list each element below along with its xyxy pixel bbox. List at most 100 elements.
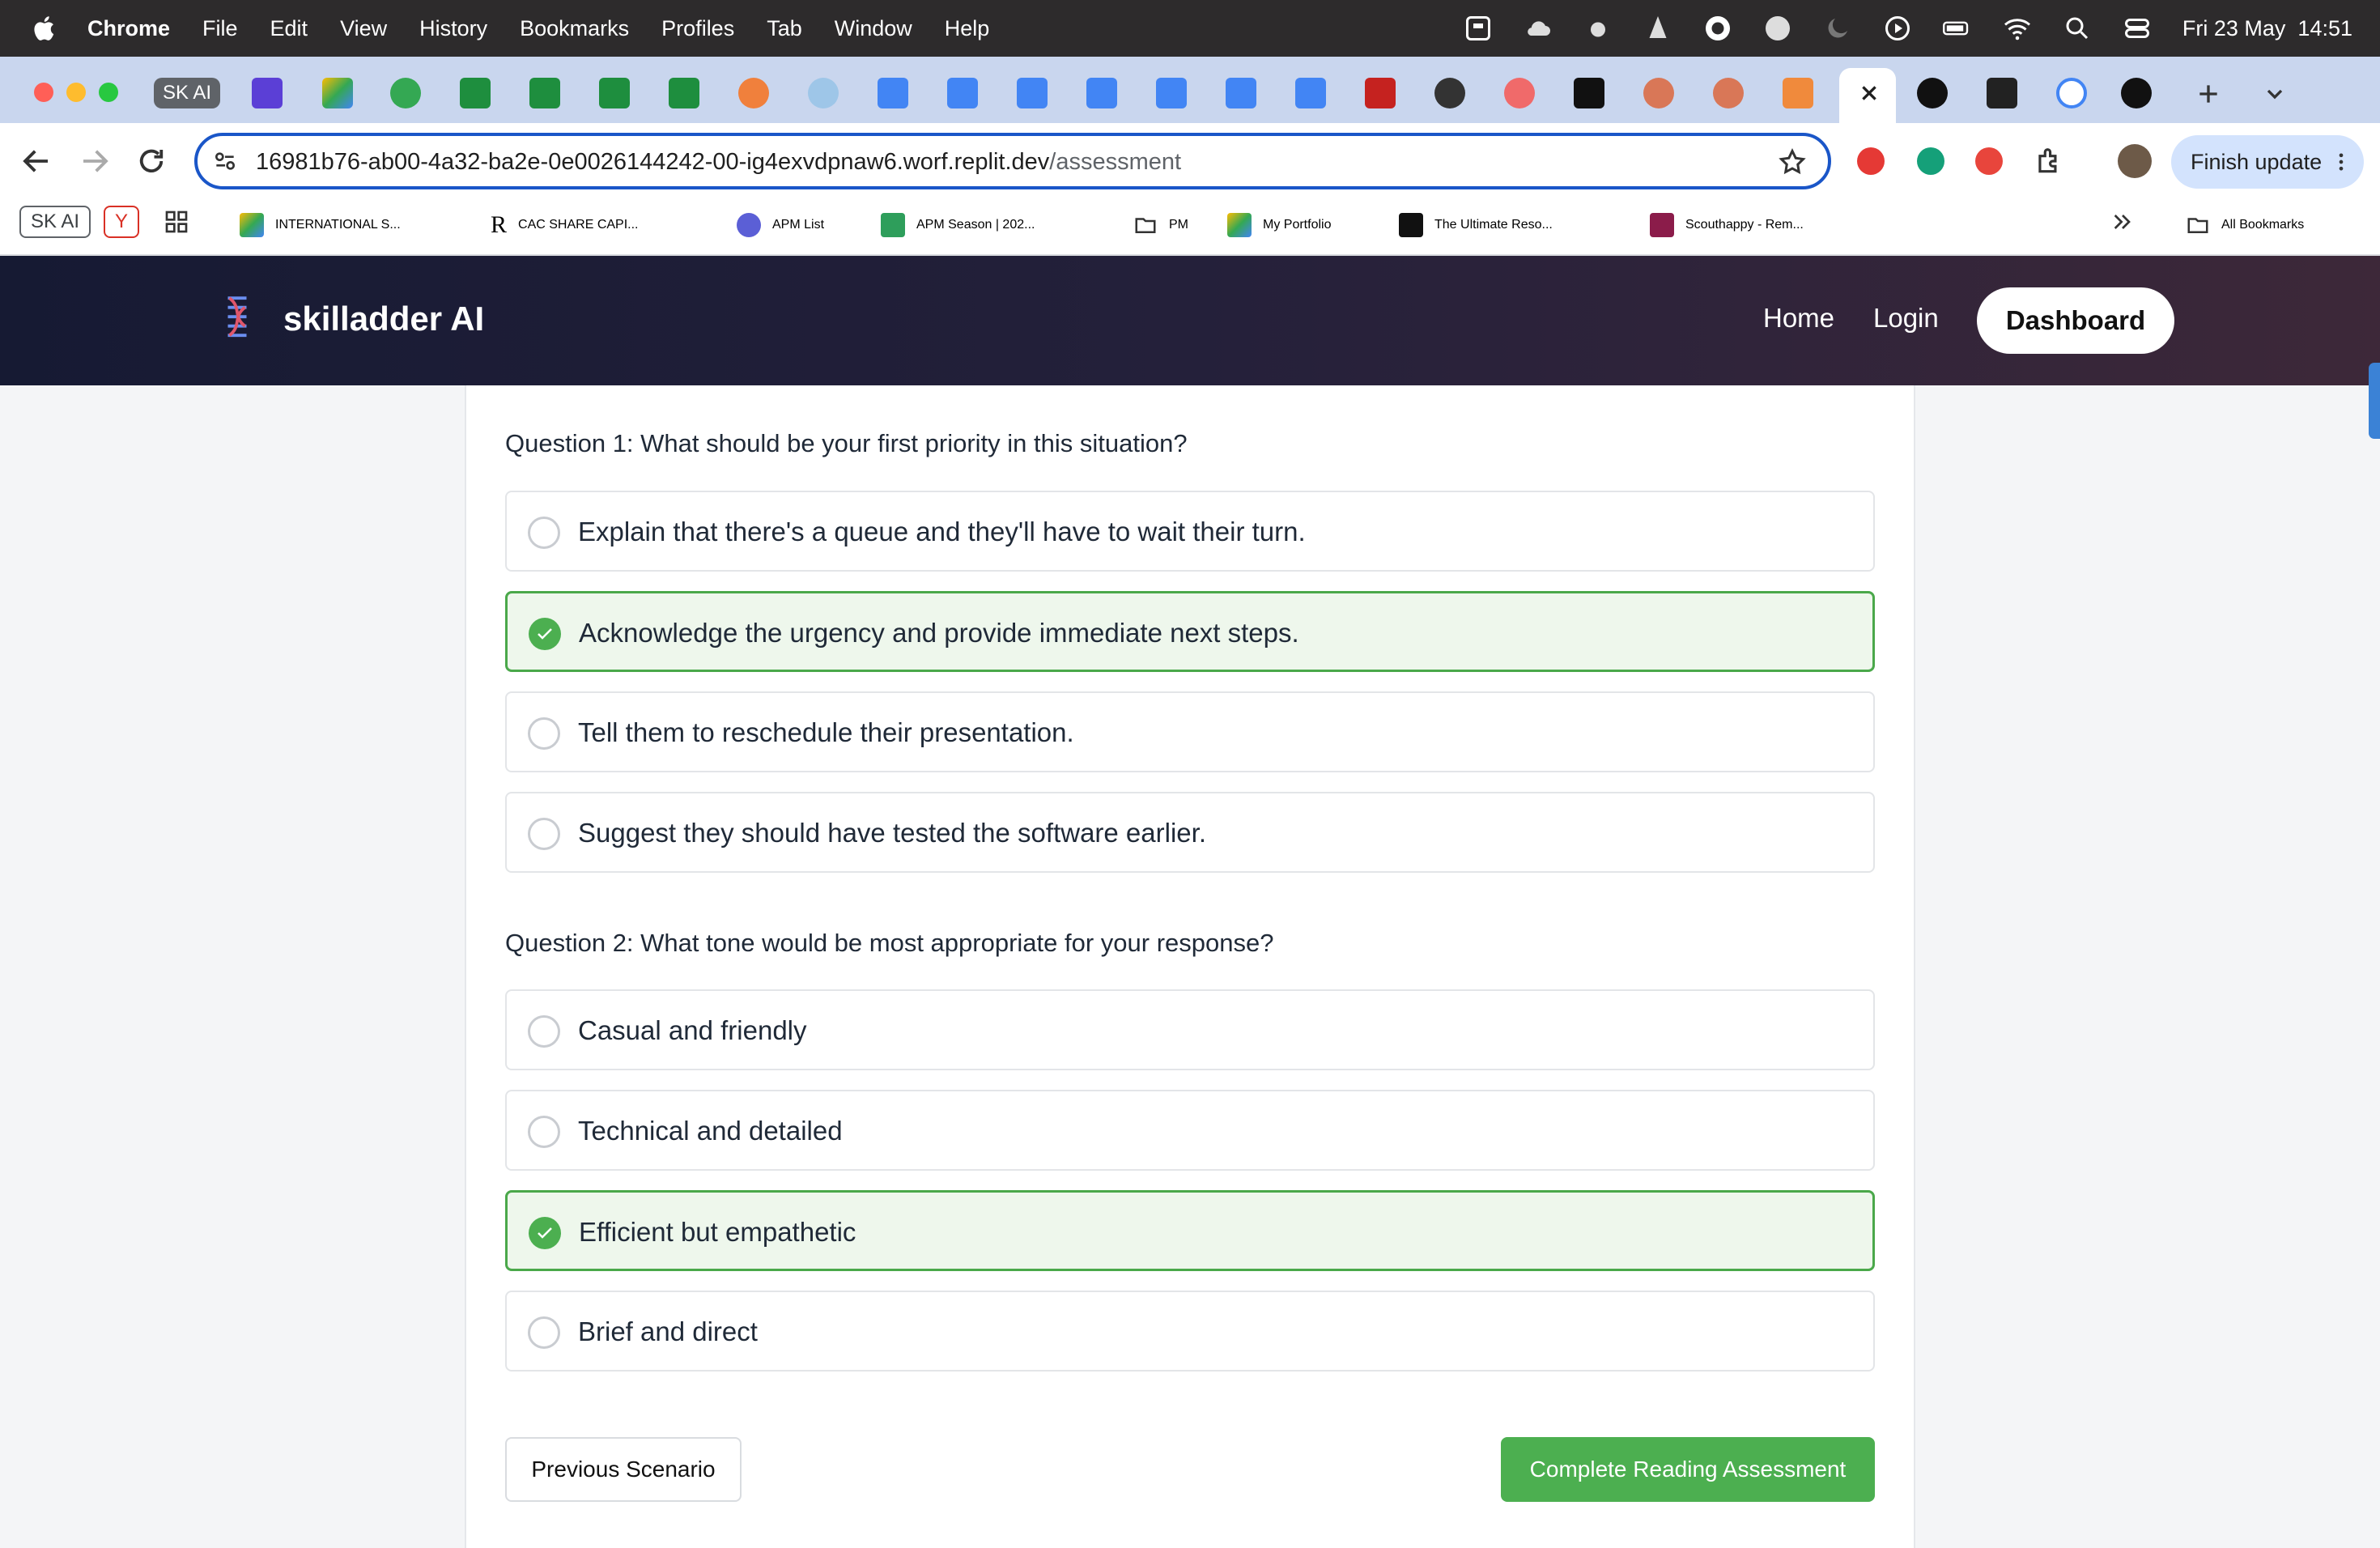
q2-option-1[interactable]: Casual and friendly [505,989,1875,1070]
menu-bookmarks[interactable]: Bookmarks [520,16,629,41]
more-vertical-icon[interactable] [2330,151,2352,173]
bookmarks-overflow-chevron-icon[interactable] [2110,209,2136,235]
extension-adblock-icon[interactable] [1975,147,2003,175]
notification-badge-icon[interactable] [1763,14,1792,43]
bookmark-cac-share[interactable]: R CAC SHARE CAPI... [491,209,639,241]
menu-history[interactable]: History [419,16,487,41]
radio-unchecked-icon[interactable] [528,717,560,750]
window-close-button[interactable] [34,83,53,102]
moon-icon[interactable] [1823,14,1852,43]
apps-grid-icon[interactable] [164,209,189,235]
tab-favicon-orange-grid-icon[interactable] [1783,78,1813,108]
wifi-icon[interactable] [2003,14,2032,43]
q1-option-4[interactable]: Suggest they should have tested the soft… [505,792,1875,873]
bookmark-sk-ai[interactable]: SK AI [19,206,91,238]
bug-icon[interactable] [1583,14,1613,43]
tab-favicon-drive-icon[interactable] [322,78,353,108]
window-minimize-button[interactable] [66,83,86,102]
menubar-clock[interactable]: Fri 23 May 14:51 [2182,16,2352,41]
tab-favicon-docs-icon[interactable] [1156,78,1187,108]
tab-favicon-docs-icon[interactable] [1017,78,1048,108]
menu-window[interactable]: Window [835,16,912,41]
radio-checked-icon[interactable] [529,1217,561,1249]
bookmark-pm[interactable]: PM [1133,209,1188,241]
radio-unchecked-icon[interactable] [528,1015,560,1048]
spotlight-search-icon[interactable] [2063,14,2092,43]
menu-view[interactable]: View [340,16,387,41]
tab-favicon-sheets-icon[interactable] [669,78,699,108]
tab-close-icon[interactable] [1859,83,1880,104]
bookmark-apm-list[interactable]: APM List [737,209,824,241]
bookmark-international[interactable]: INTERNATIONAL S... [240,209,401,241]
tab-favicon-docs-icon[interactable] [1086,78,1117,108]
address-bar[interactable]: 16981b76-ab00-4a32-ba2e-0e0026144242-00-… [194,133,1831,189]
tab-favicon-dark-circle-icon[interactable] [1434,78,1465,108]
all-bookmarks[interactable]: All Bookmarks [2186,209,2304,241]
q1-option-2[interactable]: Acknowledge the urgency and provide imme… [505,591,1875,672]
nav-home-link[interactable]: Home [1763,303,1834,334]
dashboard-button[interactable]: Dashboard [1977,287,2174,354]
menu-app-name[interactable]: Chrome [87,16,170,41]
window-zoom-button[interactable] [99,83,118,102]
tab-favicon-asana-icon[interactable] [1504,78,1535,108]
menu-profiles[interactable]: Profiles [661,16,734,41]
radio-unchecked-icon[interactable] [528,1116,560,1148]
radio-unchecked-icon[interactable] [528,818,560,850]
tab-favicon-notion-icon[interactable] [1574,78,1604,108]
tab-favicon-google-icon[interactable] [2056,78,2087,108]
cloud-icon[interactable] [1524,14,1553,43]
radio-checked-icon[interactable] [529,618,561,650]
q2-option-2[interactable]: Technical and detailed [505,1090,1875,1171]
grammarly-icon[interactable] [1703,14,1732,43]
menu-edit[interactable]: Edit [270,16,308,41]
tab-favicon-claude-icon[interactable] [1643,78,1674,108]
q2-option-3[interactable]: Efficient but empathetic [505,1190,1875,1271]
extension-grammarly-icon[interactable] [1917,147,1944,175]
tab-favicon-globe-icon[interactable] [390,78,421,108]
q1-option-1[interactable]: Explain that there's a queue and they'll… [505,491,1875,572]
tab-favicon-sheets-icon[interactable] [599,78,630,108]
tab-favicon-docs-icon[interactable] [1226,78,1256,108]
tab-sk-ai[interactable]: SK AI [154,78,220,108]
back-arrow-icon[interactable] [19,144,53,178]
nav-login-link[interactable]: Login [1873,303,1939,334]
bookmark-apm-season[interactable]: APM Season | 202... [881,209,1035,241]
skilladder-logo-icon[interactable] [219,291,256,348]
site-info-icon[interactable] [212,148,238,174]
complete-assessment-button[interactable]: Complete Reading Assessment [1501,1437,1875,1502]
menu-tab[interactable]: Tab [767,16,802,41]
tab-favicon-checkmark-app-icon[interactable] [1987,78,2017,108]
side-panel-handle[interactable] [2369,363,2380,439]
tab-favicon-github-icon[interactable] [1917,78,1948,108]
tab-favicon-profile-icon[interactable] [252,78,283,108]
extensions-puzzle-icon[interactable] [2034,146,2064,176]
bookmark-ultimate-resource[interactable]: The Ultimate Reso... [1399,209,1553,241]
brand-name[interactable]: skilladder AI [283,300,484,338]
tab-search-chevron-icon[interactable] [2262,81,2288,107]
control-center-icon[interactable] [2123,14,2152,43]
play-icon[interactable] [1883,14,1912,43]
menu-help[interactable]: Help [945,16,990,41]
radio-unchecked-icon[interactable] [528,1316,560,1349]
bookmark-scouthappy[interactable]: Scouthappy - Rem... [1650,209,1804,241]
new-tab-icon[interactable] [2195,81,2221,107]
profile-avatar[interactable] [2118,144,2152,178]
apple-logo-icon[interactable] [31,14,60,43]
tab-favicon-sheets-icon[interactable] [529,78,560,108]
q1-option-3[interactable]: Tell them to reschedule their presentati… [505,691,1875,772]
menu-file[interactable]: File [202,16,238,41]
forward-arrow-icon[interactable] [78,144,112,178]
tab-favicon-docs-icon[interactable] [1295,78,1326,108]
url-text[interactable]: 16981b76-ab00-4a32-ba2e-0e0026144242-00-… [256,149,1181,176]
tab-favicon-pdf-icon[interactable] [1365,78,1396,108]
q2-option-4[interactable]: Brief and direct [505,1291,1875,1372]
bookmark-star-icon[interactable] [1778,147,1807,176]
tab-favicon-docs-icon[interactable] [878,78,908,108]
extension-red-hand-icon[interactable] [1857,147,1885,175]
previous-scenario-button[interactable]: Previous Scenario [505,1437,742,1502]
bookmark-y[interactable]: Y [104,206,139,238]
radio-unchecked-icon[interactable] [528,517,560,549]
screen-mirror-icon[interactable] [1464,14,1493,43]
bookmark-my-portfolio[interactable]: My Portfolio [1227,209,1331,241]
reload-icon[interactable] [134,144,168,178]
